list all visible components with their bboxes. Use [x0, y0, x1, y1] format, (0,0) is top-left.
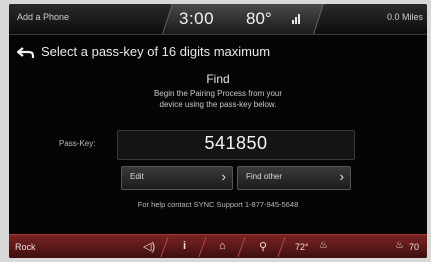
- clock: 3:00: [179, 9, 215, 28]
- find-instructions: Begin the Pairing Process from your devi…: [9, 88, 427, 110]
- help-text: For help contact SYNC Support 1-877-945-…: [137, 200, 299, 209]
- passenger-seat-icon[interactable]: ♨: [395, 240, 404, 251]
- page-heading: Select a pass-key of 16 digits maximum: [41, 44, 271, 59]
- passkey-value: 541850: [204, 133, 268, 153]
- passkey-label: Pass-Key:: [59, 139, 96, 148]
- divider: [277, 237, 286, 257]
- outside-temperature: 80°: [246, 9, 272, 28]
- screen-title: Add a Phone: [17, 12, 70, 22]
- bottom-bar: Rock ◁) i ⌂ ⚲ 72° ♨ ♨ 70: [9, 234, 427, 258]
- instruction-line-2: device using the pass-key below.: [159, 100, 277, 109]
- edit-button[interactable]: Edit ›: [121, 166, 233, 190]
- chevron-right-icon: ›: [339, 169, 344, 184]
- divider: [198, 237, 207, 257]
- range-readout: 0.0 Miles: [386, 12, 423, 22]
- phone-signal-icon: [292, 12, 302, 24]
- find-other-button[interactable]: Find other ›: [237, 166, 351, 190]
- home-icon[interactable]: ⌂: [219, 240, 226, 252]
- sync-screen: Add a Phone 3:00 80° 0.0 Miles Select a …: [9, 4, 427, 258]
- audio-source[interactable]: Rock: [15, 242, 36, 252]
- passenger-temperature[interactable]: 70: [409, 242, 419, 252]
- heated-seat-icon[interactable]: ♨: [319, 240, 328, 251]
- chevron-right-icon: ›: [221, 169, 226, 184]
- volume-icon[interactable]: ◁): [143, 240, 155, 253]
- back-arrow-icon[interactable]: [16, 46, 35, 60]
- device-bezel: Add a Phone 3:00 80° 0.0 Miles Select a …: [0, 0, 431, 262]
- find-other-button-label: Find other: [246, 172, 283, 181]
- instruction-line-1: Begin the Pairing Process from your: [153, 89, 283, 98]
- find-title: Find: [206, 72, 230, 86]
- info-icon[interactable]: i: [183, 240, 186, 252]
- top-bar: Add a Phone 3:00 80° 0.0 Miles: [9, 4, 427, 35]
- settings-wrench-icon[interactable]: ⚲: [259, 240, 267, 253]
- driver-temperature[interactable]: 72°: [295, 242, 309, 252]
- divider: [160, 237, 169, 257]
- edit-button-label: Edit: [130, 172, 144, 181]
- divider: [237, 237, 246, 257]
